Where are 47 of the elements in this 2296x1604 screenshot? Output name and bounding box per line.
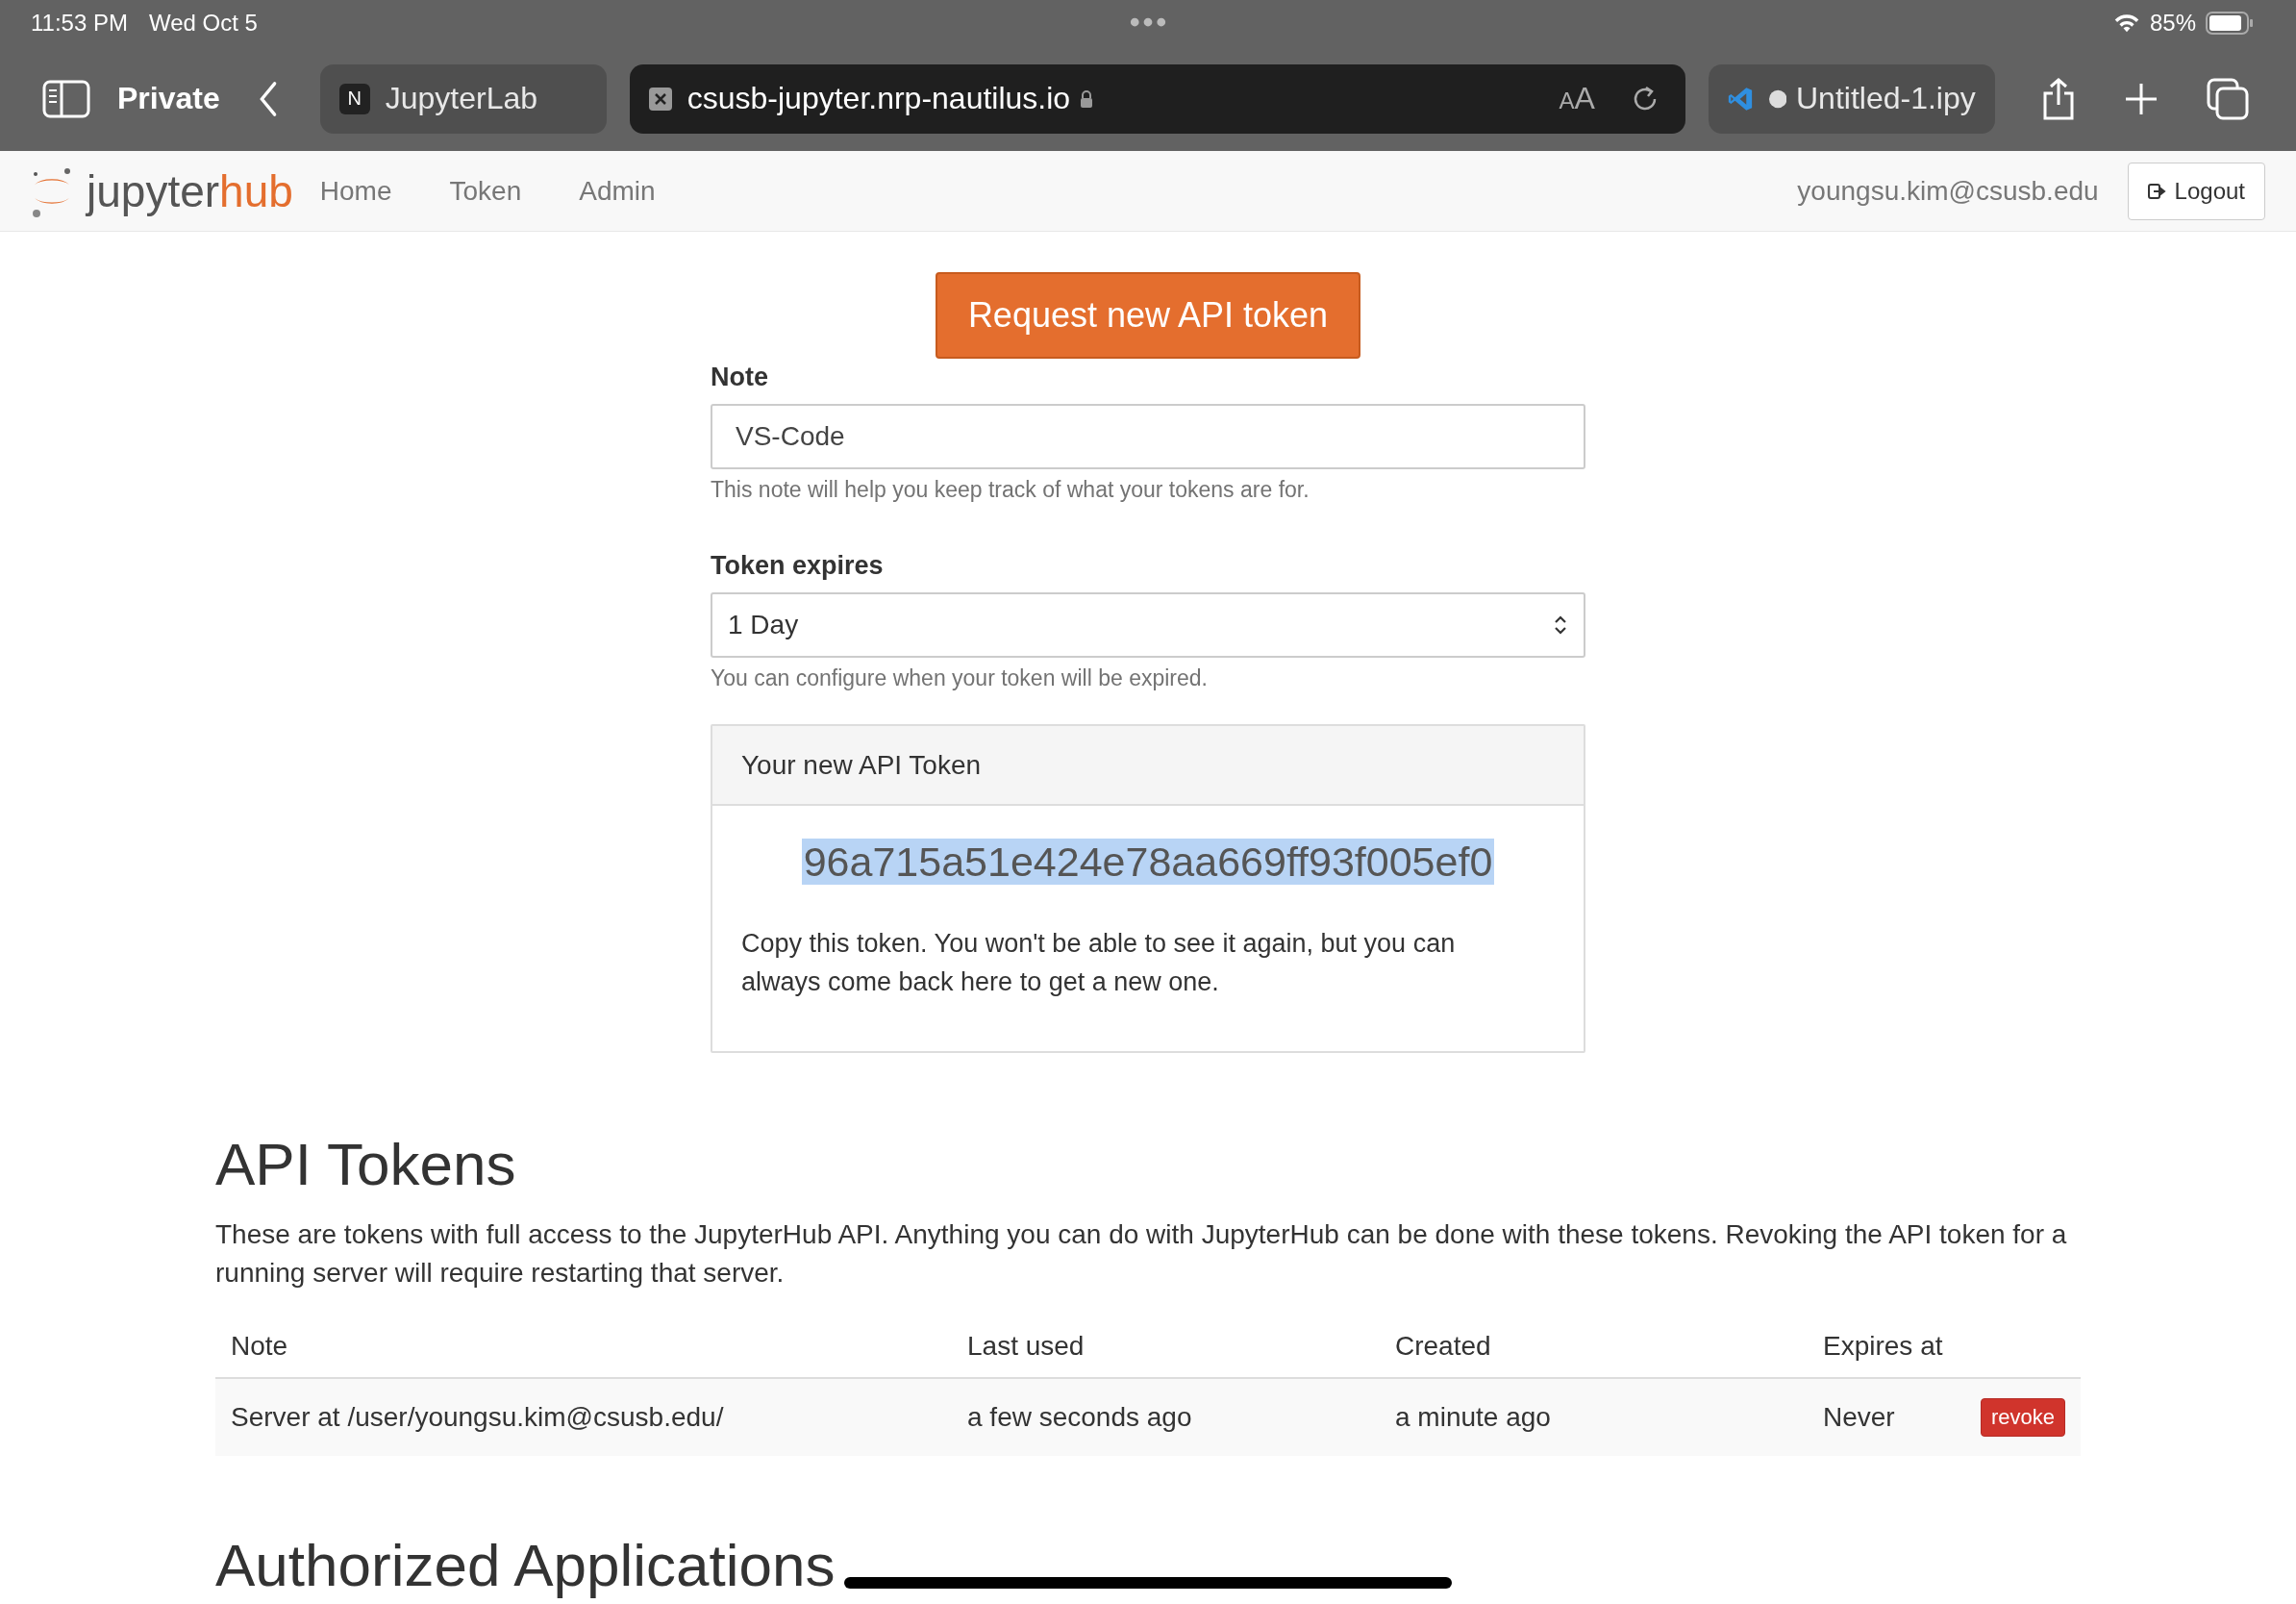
table-cell: a minute ago (1380, 1378, 1808, 1456)
unsaved-dot-icon (1768, 88, 1786, 110)
back-icon[interactable] (258, 80, 278, 117)
favicon-icon: N (338, 83, 370, 114)
text-size-button[interactable]: AA (1559, 81, 1595, 116)
expires-select[interactable]: 1 Day (711, 592, 1585, 658)
table-cell: Server at /user/youngsu.kim@csusb.edu/ (215, 1378, 952, 1456)
more-dots-icon[interactable] (1129, 17, 1167, 27)
tab-title: Untitled-1.ipy (1796, 81, 1976, 116)
section-heading: Authorized Applications (215, 1531, 836, 1599)
note-input[interactable]: VS-Code (711, 404, 1585, 469)
plus-icon[interactable] (2123, 81, 2159, 116)
expires-help-text: You can configure when your token will be expired. (711, 665, 1209, 691)
chevron-icon (1553, 614, 1568, 637)
nav-link[interactable]: Admin (579, 175, 656, 207)
browser-tab[interactable]: N JupyterLab (319, 63, 607, 134)
tab-title: JupyterLab (385, 81, 538, 116)
jupyterhub-logo[interactable]: jupyterhub (31, 164, 293, 217)
battery-icon (2206, 12, 2254, 35)
sidebar-icon[interactable] (42, 79, 90, 118)
section-description: These are tokens with full access to the JupyterHub API. Anything you can do with JupyterHub can be done with these tokens. Revoking the API token for a running server will require restarting that server. (215, 1218, 2068, 1290)
wifi-icon (2112, 13, 2140, 34)
logout-icon (2147, 181, 2167, 201)
status-time: 11:53 PM (31, 10, 128, 37)
browser-tab[interactable]: Untitled-1.ipy (1708, 63, 1995, 134)
expires-label: Token expires (711, 551, 885, 581)
table-cell: a few seconds ago (952, 1378, 1380, 1456)
table-cell: Never (1808, 1378, 1962, 1456)
lock-icon (1080, 88, 1094, 109)
section-heading: API Tokens (215, 1130, 517, 1198)
close-icon[interactable] (648, 87, 672, 111)
copy-token-message: Copy this token. You won't be able to see it again, but you can always come back here to get a new one. (741, 928, 1457, 998)
url-text: csusb-jupyter.nrp-nautilus.io (686, 81, 1071, 116)
panel-heading: Your new API Token (712, 726, 1584, 806)
nav-link[interactable]: Home (319, 175, 392, 207)
token-text: 96a715a51e424e78aa669ff93f005ef0 (801, 839, 1495, 885)
logout-button[interactable]: Logout (2127, 162, 2265, 220)
user-email: youngsu.kim@csusb.edu (1797, 175, 2099, 207)
note-help-text: This note will help you keep track of what your tokens are for. (711, 477, 1310, 503)
status-date: Wed Oct 5 (148, 10, 258, 37)
tabs-overview-icon[interactable] (2206, 77, 2249, 120)
battery-percent: 85% (2149, 10, 2196, 37)
revoke-button[interactable]: revoke (1980, 1398, 2065, 1437)
note-label: Note (711, 363, 769, 392)
nav-link[interactable]: Token (449, 175, 522, 207)
address-bar[interactable]: csusb-jupyter.nrp-nautilus.io AA (629, 63, 1685, 134)
private-label: Private (117, 81, 220, 116)
